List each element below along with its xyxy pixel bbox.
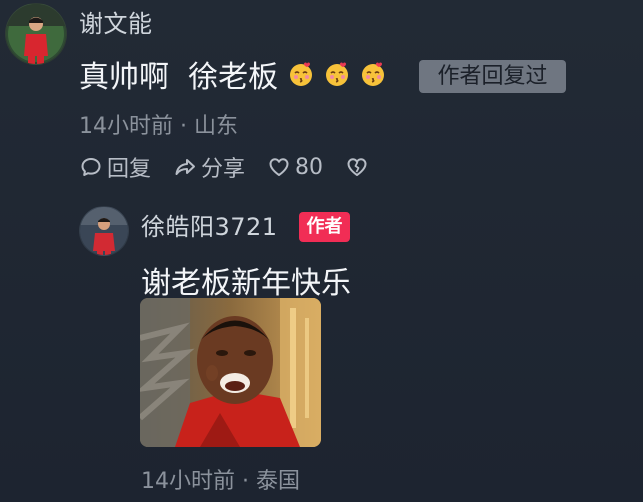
speech-bubble-icon (79, 155, 103, 179)
reply-label: 回复 (107, 157, 152, 182)
comment-action-bar: 回复 分享 80 (79, 150, 391, 184)
replier-username[interactable]: 徐皓阳3721 (141, 207, 278, 242)
kiss-face-icon (324, 61, 350, 87)
like-count: 80 (295, 154, 324, 180)
reply-button[interactable]: 回复 (79, 151, 151, 183)
kiss-face-icon (288, 61, 314, 87)
broken-heart-icon (345, 155, 369, 179)
share-arrow-icon (173, 155, 197, 179)
commenter-avatar[interactable] (5, 3, 67, 65)
dislike-button[interactable] (345, 155, 369, 179)
reply-text: 谢老板新年快乐 (141, 266, 351, 301)
replier-avatar[interactable] (79, 206, 129, 256)
reply-meta: 14小时前 · 泰国 (141, 469, 300, 494)
author-replied-badge: 作者回复过 (419, 60, 566, 93)
kiss-face-icon (360, 61, 386, 87)
comment-meta: 14小时前 · 山东 (79, 114, 238, 139)
reply-gif-image[interactable] (140, 298, 321, 447)
share-label: 分享 (201, 157, 246, 182)
commenter-username[interactable]: 谢文能 (79, 4, 153, 39)
like-button[interactable]: 80 (267, 155, 323, 180)
author-badge: 作者 (299, 212, 350, 242)
comment-thread: 谢文能 真帅啊 徐老板 作者回复过 14小时前 · 山东 回复 分享 80 徐皓… (0, 0, 643, 502)
heart-outline-icon (267, 155, 291, 179)
comment-text-body: 真帅啊 徐老板 (79, 60, 279, 95)
comment-text: 真帅啊 徐老板 (79, 52, 386, 96)
share-button[interactable]: 分享 (173, 151, 245, 183)
